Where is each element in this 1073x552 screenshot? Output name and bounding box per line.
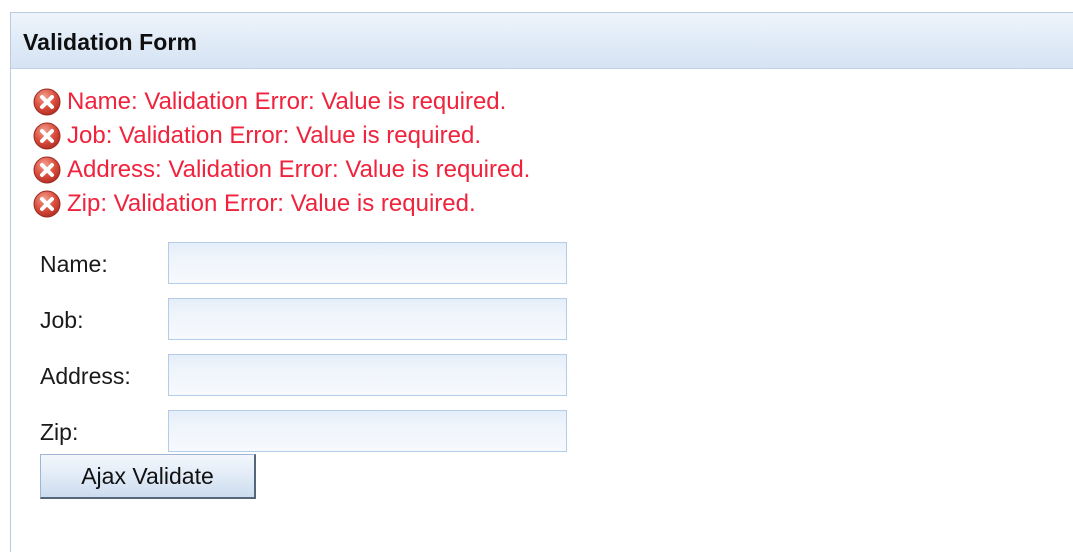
error-message-text: Zip: Validation Error: Value is required… xyxy=(67,190,476,217)
job-input[interactable] xyxy=(168,298,567,340)
name-input[interactable] xyxy=(168,242,567,284)
ajax-validate-button[interactable]: Ajax Validate xyxy=(40,454,256,499)
error-icon xyxy=(33,190,61,218)
error-messages: Name: Validation Error: Value is require… xyxy=(33,85,530,221)
name-label: Name: xyxy=(40,251,108,277)
address-input[interactable] xyxy=(168,354,567,396)
error-message-zip: Zip: Validation Error: Value is required… xyxy=(33,187,530,221)
error-icon xyxy=(33,156,61,184)
error-message-name: Name: Validation Error: Value is require… xyxy=(33,85,530,119)
error-message-text: Job: Validation Error: Value is required… xyxy=(67,122,481,149)
error-icon xyxy=(33,122,61,150)
error-message-job: Job: Validation Error: Value is required… xyxy=(33,119,530,153)
panel-header: Validation Form xyxy=(11,13,1073,69)
job-label: Job: xyxy=(40,307,84,333)
error-message-address: Address: Validation Error: Value is requ… xyxy=(33,153,530,187)
zip-label: Zip: xyxy=(40,419,79,445)
zip-input[interactable] xyxy=(168,410,567,452)
error-message-text: Address: Validation Error: Value is requ… xyxy=(67,156,531,183)
error-message-text: Name: Validation Error: Value is require… xyxy=(67,88,507,115)
address-label: Address: xyxy=(40,363,131,389)
panel-title: Validation Form xyxy=(23,29,198,55)
error-icon xyxy=(33,88,61,116)
